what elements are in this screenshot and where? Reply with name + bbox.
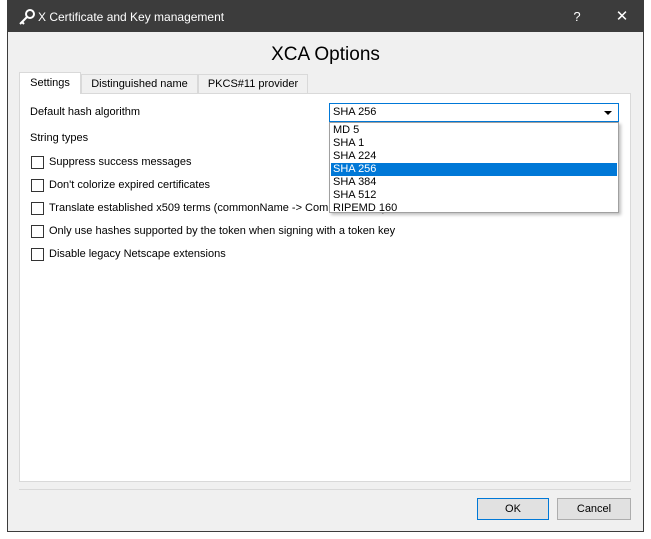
chevron-down-icon [604, 111, 612, 115]
window-title: X Certificate and Key management [38, 10, 225, 24]
title-bar[interactable]: X Certificate and Key management ? ✕ [8, 1, 643, 32]
tab-distinguished-name[interactable]: Distinguished name [81, 74, 198, 94]
translate-x509-checkbox[interactable] [31, 202, 44, 215]
hash-option-sha256[interactable]: SHA 256 [331, 163, 617, 176]
hash-option-sha224[interactable]: SHA 224 [331, 150, 617, 163]
help-button[interactable]: ? [559, 1, 595, 32]
string-types-label: String types [30, 132, 89, 144]
hash-option-md5[interactable]: MD 5 [331, 124, 617, 137]
key-icon [19, 9, 35, 25]
token-hashes-checkbox[interactable] [31, 225, 44, 238]
suppress-success-label: Suppress success messages [49, 156, 192, 168]
close-button[interactable]: ✕ [604, 1, 640, 32]
dialog-window: X Certificate and Key management ? ✕ XCA… [7, 0, 644, 532]
hash-algorithm-value: SHA 256 [333, 106, 377, 118]
page-title: XCA Options [271, 44, 380, 65]
ok-button[interactable]: OK [477, 498, 549, 520]
disable-netscape-checkbox[interactable] [31, 248, 44, 261]
no-colorize-expired-checkbox[interactable] [31, 179, 44, 192]
no-colorize-expired-label: Don't colorize expired certificates [49, 179, 211, 191]
suppress-success-checkbox[interactable] [31, 156, 44, 169]
hash-algorithm-dropdown: MD 5 SHA 1 SHA 224 SHA 256 SHA 384 SHA 5… [329, 122, 619, 215]
divider [19, 489, 631, 490]
hash-algorithm-select[interactable]: SHA 256 [329, 103, 619, 122]
hash-option-sha384[interactable]: SHA 384 [331, 176, 617, 189]
cancel-button[interactable]: Cancel [557, 498, 631, 520]
hash-algorithm-label: Default hash algorithm [30, 106, 141, 118]
settings-panel: Default hash algorithm SHA 256 MD 5 SHA … [19, 93, 631, 482]
hash-option-ripemd160[interactable]: RIPEMD 160 [331, 202, 617, 215]
hash-option-sha512[interactable]: SHA 512 [331, 189, 617, 202]
tab-settings[interactable]: Settings [19, 72, 81, 94]
hash-option-sha1[interactable]: SHA 1 [331, 137, 617, 150]
token-hashes-label: Only use hashes supported by the token w… [49, 225, 396, 237]
tab-pkcs11-provider[interactable]: PKCS#11 provider [198, 74, 308, 94]
disable-netscape-label: Disable legacy Netscape extensions [49, 248, 226, 260]
